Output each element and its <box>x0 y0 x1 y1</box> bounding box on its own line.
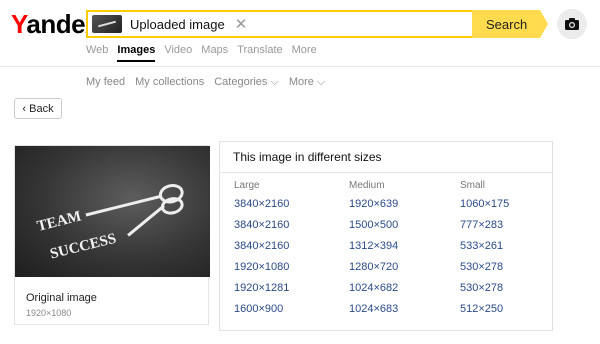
tab-images[interactable]: Images <box>117 44 155 62</box>
clear-icon[interactable]: ✕ <box>235 17 248 32</box>
size-link[interactable]: 1280×720 <box>349 259 398 280</box>
tab-more[interactable]: More <box>292 44 317 56</box>
logo-letter-y: Y <box>11 9 27 39</box>
original-image-size: 1920×1080 <box>26 308 72 318</box>
subnav-categories[interactable]: Categories ⌵ <box>214 76 279 89</box>
back-button[interactable]: ‹ Back <box>14 98 62 119</box>
size-link[interactable]: 3840×2160 <box>234 238 289 259</box>
search-button[interactable]: Search <box>472 10 548 38</box>
camera-icon <box>565 18 579 30</box>
size-link[interactable]: 1920×639 <box>349 196 398 217</box>
sizes-column-large: Large 3840×2160 3840×2160 3840×2160 1920… <box>234 180 289 322</box>
camera-button[interactable] <box>557 9 587 39</box>
size-link[interactable]: 1060×175 <box>460 196 509 217</box>
size-link[interactable]: 1312×394 <box>349 238 398 259</box>
size-link[interactable]: 512×250 <box>460 301 509 322</box>
search-bar: Uploaded image ✕ Search <box>86 10 548 38</box>
tab-maps[interactable]: Maps <box>201 44 228 56</box>
uploaded-image-thumbnail <box>92 15 122 33</box>
subnav-my-collections[interactable]: My collections <box>135 76 204 89</box>
size-link[interactable]: 530×278 <box>460 280 509 301</box>
size-link[interactable]: 533×261 <box>460 238 509 259</box>
size-link[interactable]: 777×283 <box>460 217 509 238</box>
image-text-success: SUCCESS <box>49 231 118 263</box>
sub-nav: My feed My collections Categories ⌵ More… <box>86 76 335 89</box>
column-header: Medium <box>349 180 385 191</box>
sizes-column-medium: Medium 1920×639 1500×500 1312×394 1280×7… <box>349 180 398 322</box>
size-link[interactable]: 1920×1080 <box>234 259 289 280</box>
size-link[interactable]: 1600×900 <box>234 301 289 322</box>
search-input[interactable]: Uploaded image ✕ <box>86 10 472 38</box>
size-link[interactable]: 530×278 <box>460 259 509 280</box>
original-image-title: Original image <box>26 292 97 304</box>
uploaded-image-label: Uploaded image <box>130 16 225 32</box>
tab-video[interactable]: Video <box>164 44 192 56</box>
size-link[interactable]: 1920×1281 <box>234 280 289 301</box>
size-link[interactable]: 3840×2160 <box>234 196 289 217</box>
tab-translate[interactable]: Translate <box>237 44 282 56</box>
size-link[interactable]: 1024×682 <box>349 280 398 301</box>
header-divider <box>0 66 600 67</box>
size-link[interactable]: 1500×500 <box>349 217 398 238</box>
subnav-my-feed[interactable]: My feed <box>86 76 125 89</box>
sizes-panel: This image in different sizes Large 3840… <box>219 141 553 331</box>
size-link[interactable]: 1024×683 <box>349 301 398 322</box>
size-link[interactable]: 3840×2160 <box>234 217 289 238</box>
sizes-divider <box>220 172 552 173</box>
sizes-column-small: Small 1060×175 777×283 533×261 530×278 5… <box>460 180 509 322</box>
column-header: Small <box>460 180 486 191</box>
original-image-card[interactable]: TEAM SUCCESS Original image 1920×1080 <box>14 145 210 325</box>
sizes-panel-title: This image in different sizes <box>233 150 382 164</box>
original-image[interactable]: TEAM SUCCESS <box>15 146 210 277</box>
tab-web[interactable]: Web <box>86 44 108 56</box>
column-header: Large <box>234 180 260 191</box>
services-nav: Web Images Video Maps Translate More <box>86 44 326 62</box>
image-text-team: TEAM <box>35 208 83 234</box>
subnav-more[interactable]: More ⌵ <box>289 76 325 89</box>
team-success-keys-illustration: TEAM SUCCESS <box>35 184 184 263</box>
